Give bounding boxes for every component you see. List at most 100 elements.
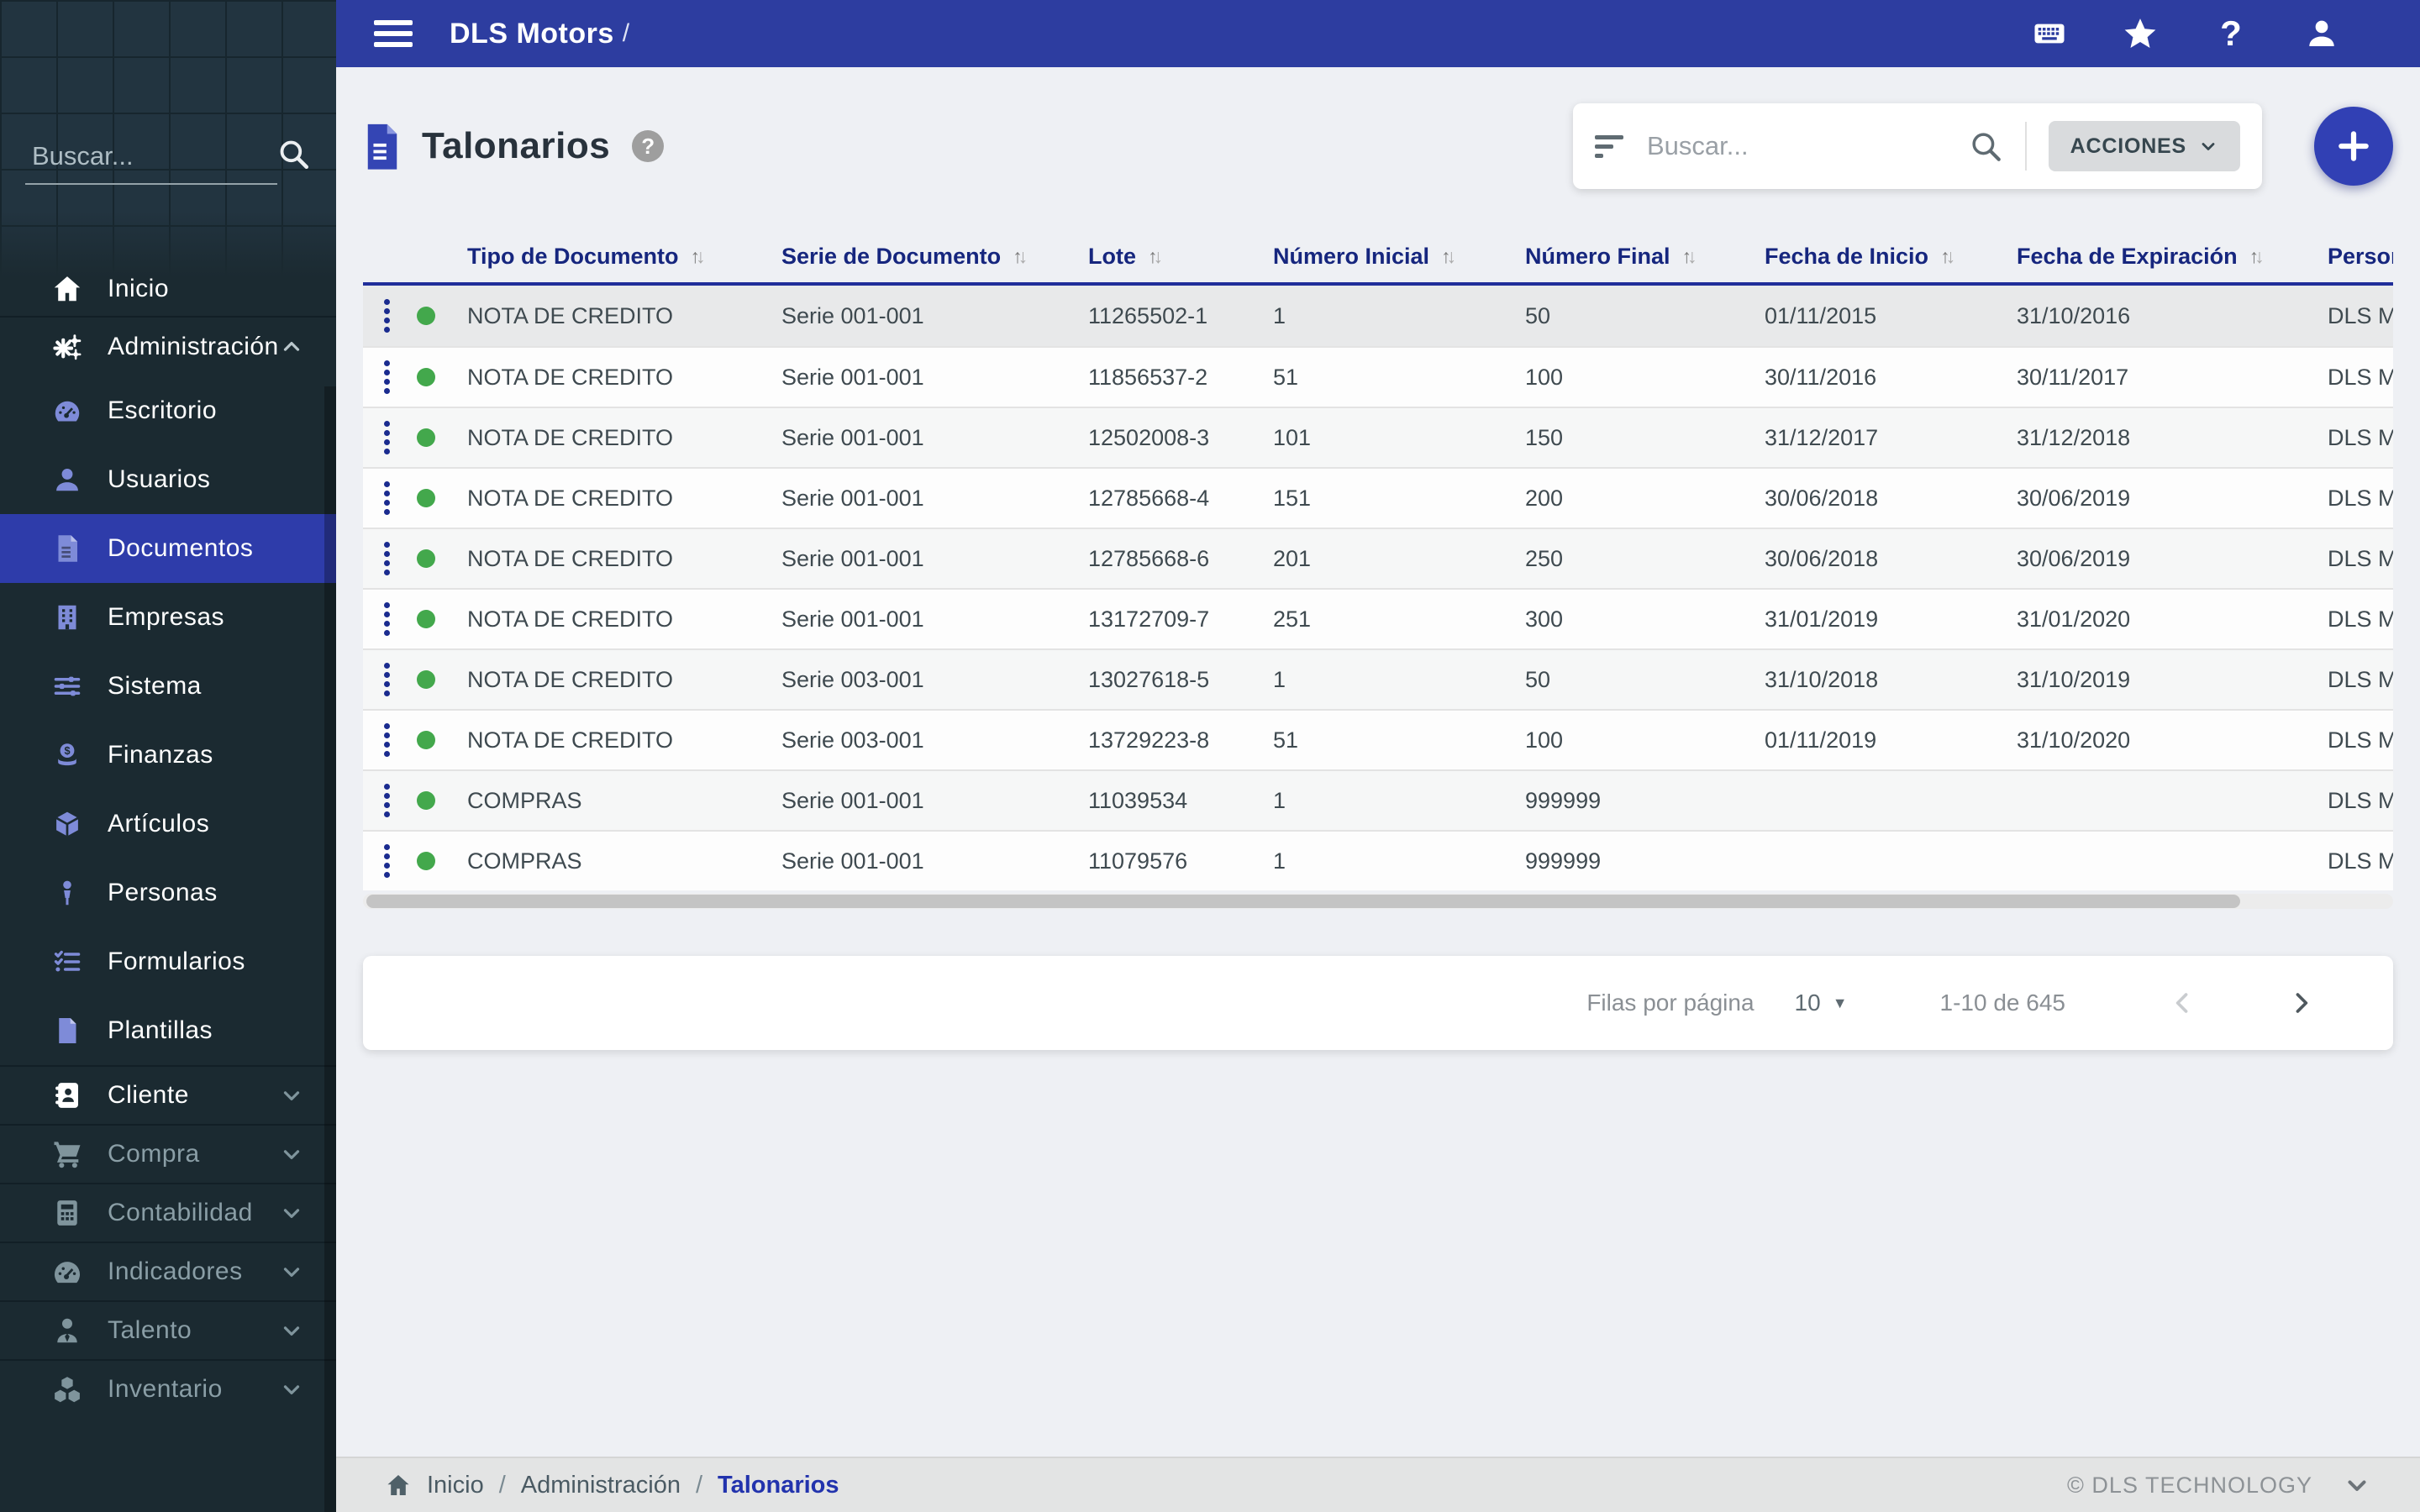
table-row[interactable]: NOTA DE CREDITO Serie 001-001 12785668-6 20…	[363, 528, 2393, 588]
breadcrumb-item-talonarios[interactable]: Talonarios	[718, 1472, 839, 1499]
sliders-icon	[50, 669, 84, 703]
sidebar-item-sistema[interactable]: Sistema	[0, 652, 336, 721]
table-cell: 31/01/2019	[1765, 606, 1879, 632]
sidebar-item-documentos[interactable]: Documentos	[0, 514, 336, 583]
sidebar-item-indicadores[interactable]: Indicadores	[0, 1242, 336, 1300]
star-icon[interactable]	[2122, 15, 2159, 52]
chevron-down-icon	[279, 1200, 304, 1226]
sidebar-search-input[interactable]	[25, 134, 277, 185]
row-status	[410, 286, 460, 346]
table-cell: 1	[1273, 302, 1286, 328]
row-status	[410, 590, 460, 648]
filter-icon[interactable]	[1595, 134, 1625, 158]
title-separator: /	[622, 19, 630, 47]
chevron-down-icon[interactable]	[2343, 1471, 2371, 1499]
sidebar-item-contabilidad[interactable]: Contabilidad	[0, 1183, 336, 1242]
keyboard-icon[interactable]	[2031, 15, 2068, 52]
scrollbar-thumb[interactable]	[366, 895, 2240, 908]
table-cell: 1	[1273, 666, 1286, 692]
sidebar-scrollbar[interactable]	[324, 386, 336, 1512]
row-menu-icon[interactable]	[363, 348, 410, 407]
sidebar-item-cliente[interactable]: Cliente	[0, 1065, 336, 1124]
previous-page-button[interactable]	[2166, 986, 2200, 1020]
row-menu-icon[interactable]	[363, 286, 410, 346]
sidebar-item-label: Finanzas	[108, 741, 213, 769]
sidebar-item-inicio[interactable]: Inicio	[0, 262, 336, 316]
sidebar-item-compra[interactable]: Compra	[0, 1124, 336, 1183]
breadcrumb-item-inicio[interactable]: Inicio	[427, 1472, 484, 1499]
main-content: Talonarios ? ACCIONES	[336, 67, 2420, 1457]
calculator-icon	[50, 1196, 84, 1230]
pagination-range: 1-10 de 645	[1939, 990, 2065, 1016]
row-menu-icon[interactable]	[363, 650, 410, 709]
column-header-persona[interactable]: Persona↑↓	[2321, 230, 2393, 282]
sidebar-item-plantillas[interactable]: Plantillas	[0, 996, 336, 1065]
column-header-numero-inicial[interactable]: Número Inicial ↑↓	[1266, 230, 1518, 282]
chevron-down-icon	[279, 1318, 304, 1343]
table-cell: 01/11/2019	[1765, 727, 1877, 753]
user-icon[interactable]	[2303, 15, 2340, 52]
row-menu-icon[interactable]	[363, 408, 410, 467]
table-row[interactable]: NOTA DE CREDITO Serie 001-001 11265502-1 1 5…	[363, 286, 2393, 346]
sidebar-item-finanzas[interactable]: $ Finanzas	[0, 721, 336, 790]
sidebar-item-escritorio[interactable]: Escritorio	[0, 376, 336, 445]
gauge-icon	[50, 1255, 84, 1289]
row-menu-icon[interactable]	[363, 832, 410, 890]
row-menu-icon[interactable]	[363, 771, 410, 830]
row-menu-icon[interactable]	[363, 529, 410, 588]
table-cell: 30/06/2019	[2017, 485, 2131, 511]
column-header-fecha-de-inicio[interactable]: Fecha de Inicio ↑↓	[1758, 230, 2010, 282]
sidebar-item-talento[interactable]: Talento	[0, 1300, 336, 1359]
rows-per-page-select[interactable]: 10 ▼	[1795, 990, 1848, 1016]
table-cell: 12502008-3	[1088, 424, 1210, 450]
table-cell: 151	[1273, 485, 1312, 511]
table-row[interactable]: NOTA DE CREDITO Serie 001-001 13172709-7 25…	[363, 588, 2393, 648]
actions-button[interactable]: ACCIONES	[2048, 121, 2240, 171]
table-row[interactable]: NOTA DE CREDITO Serie 001-001 12502008-3 10…	[363, 407, 2393, 467]
column-header-numero-final[interactable]: Número Final ↑↓	[1518, 230, 1758, 282]
menu-icon[interactable]	[374, 20, 413, 47]
search-icon[interactable]	[276, 136, 311, 171]
home-icon[interactable]	[385, 1472, 412, 1499]
page-help-icon[interactable]: ?	[632, 130, 665, 162]
table-cell: DLS MO	[2328, 848, 2393, 874]
sidebar-item-articulos[interactable]: Artículos	[0, 790, 336, 858]
add-button[interactable]	[2314, 107, 2393, 186]
table-row[interactable]: NOTA DE CREDITO Serie 001-001 11856537-2 51…	[363, 346, 2393, 407]
column-header-serie-de-documento[interactable]: Serie de Documento ↑↓	[775, 230, 1081, 282]
table-row[interactable]: NOTA DE CREDITO Serie 003-001 13729223-8 51…	[363, 709, 2393, 769]
sidebar-item-administracion[interactable]: Administración	[0, 316, 336, 376]
breadcrumb-item-administracion[interactable]: Administración	[521, 1472, 681, 1499]
next-page-button[interactable]	[2284, 986, 2317, 1020]
sidebar-item-personas[interactable]: Personas	[0, 858, 336, 927]
row-status	[410, 650, 460, 709]
header-spacer	[363, 230, 410, 282]
table-search-input[interactable]	[1647, 131, 1968, 161]
column-header-fecha-de-expiracion[interactable]: Fecha de Expiración ↑↓	[2010, 230, 2321, 282]
row-menu-icon[interactable]	[363, 590, 410, 648]
status-dot-icon	[417, 852, 435, 870]
help-icon[interactable]: ?	[2212, 13, 2249, 53]
table-row[interactable]: NOTA DE CREDITO Serie 001-001 12785668-4 15…	[363, 467, 2393, 528]
table-cell: 1	[1273, 848, 1286, 874]
sidebar-item-inventario[interactable]: Inventario	[0, 1359, 336, 1418]
sidebar-item-formularios[interactable]: Formularios	[0, 927, 336, 996]
column-header-lote[interactable]: Lote ↑↓	[1081, 230, 1266, 282]
table-cell: Serie 003-001	[781, 727, 924, 753]
sidebar-item-empresas[interactable]: Empresas	[0, 583, 336, 652]
table-row[interactable]: COMPRAS Serie 001-001 11079576 1 999999 DLS M…	[363, 830, 2393, 890]
table-cell: 11856537-2	[1088, 364, 1208, 390]
svg-text:$: $	[64, 744, 70, 757]
row-menu-icon[interactable]	[363, 711, 410, 769]
table-row[interactable]: COMPRAS Serie 001-001 11039534 1 999999 DLS M…	[363, 769, 2393, 830]
row-menu-icon[interactable]	[363, 469, 410, 528]
search-icon[interactable]	[1968, 129, 2003, 164]
table-row[interactable]: NOTA DE CREDITO Serie 003-001 13027618-5 1 5…	[363, 648, 2393, 709]
sort-icon: ↑↓	[1148, 244, 1163, 267]
column-header-tipo-de-documento[interactable]: Tipo de Documento ↑↓	[460, 230, 775, 282]
sidebar-item-usuarios[interactable]: Usuarios	[0, 445, 336, 514]
table-search-card: ACCIONES	[1573, 103, 2262, 189]
talent-icon	[50, 1314, 84, 1347]
sidebar-item-label: Contabilidad	[108, 1199, 253, 1226]
sidebar-item-label: Inicio	[108, 275, 170, 302]
